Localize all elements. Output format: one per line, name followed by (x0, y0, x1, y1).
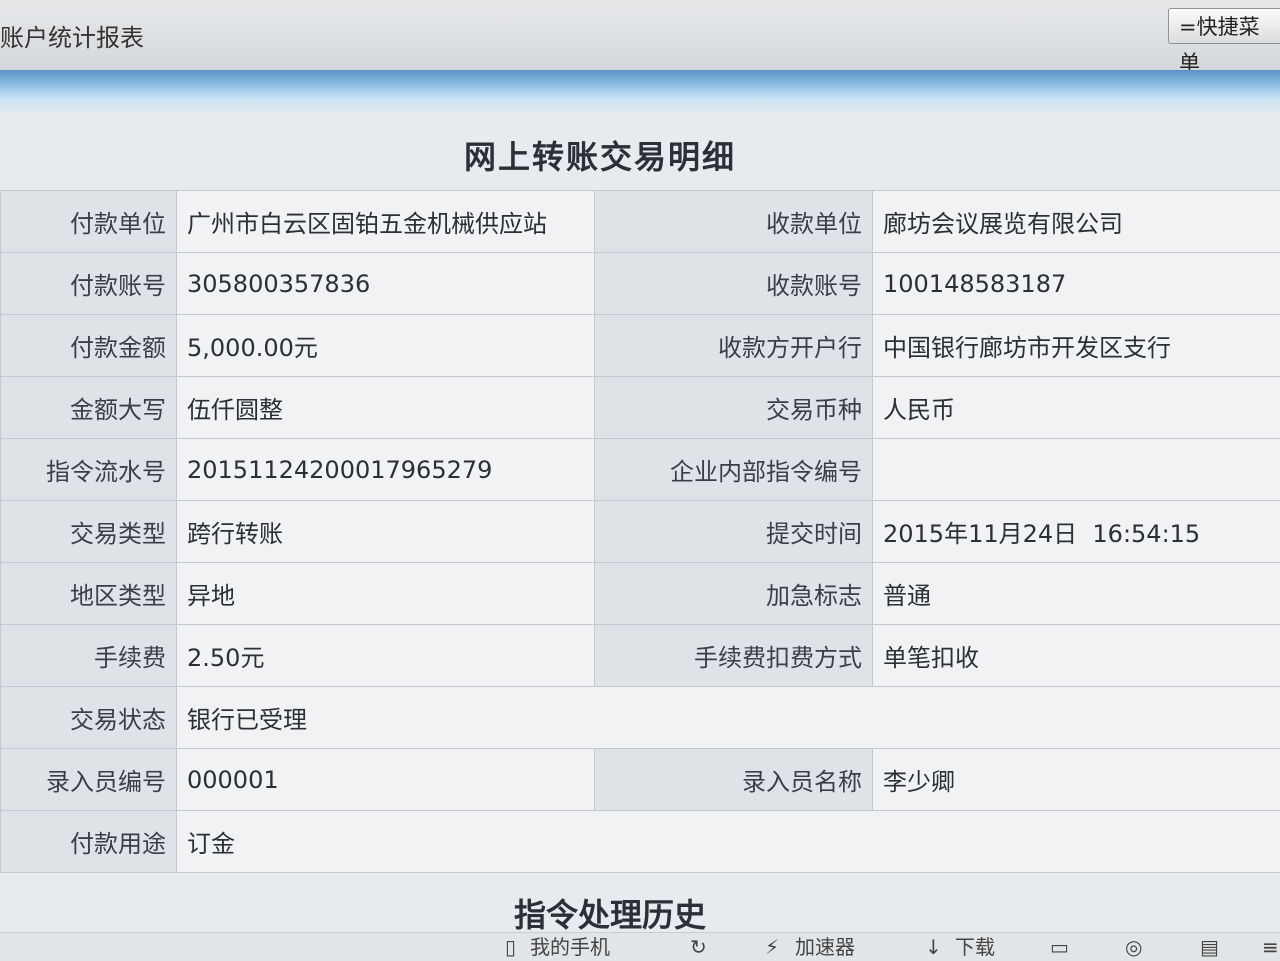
field-label: 付款用途 (1, 811, 177, 873)
field-label: 收款账号 (595, 253, 873, 315)
table-row: 付款用途 订金 (1, 811, 1280, 873)
field-value: 2015年11月24日 16:54:15 (873, 501, 1280, 563)
statusbar-phone-label[interactable]: 我的手机 (530, 935, 610, 959)
field-value: 100148583187 (873, 253, 1280, 315)
table-row: 指令流水号 20151124200017965279 企业内部指令编号 (1, 439, 1280, 501)
field-value: 订金 (177, 811, 1280, 873)
header-band (0, 70, 1280, 112)
field-value: 5,000.00元 (177, 315, 595, 377)
phone-icon[interactable]: ▯ (505, 935, 516, 959)
table-row: 交易类型 跨行转账 提交时间 2015年11月24日 16:54:15 (1, 501, 1280, 563)
refresh-icon[interactable]: ↻ (690, 935, 707, 959)
field-value: 跨行转账 (177, 501, 595, 563)
field-label: 交易币种 (595, 377, 873, 439)
field-label: 收款方开户行 (595, 315, 873, 377)
table-row: 手续费 2.50元 手续费扣费方式 单笔扣收 (1, 625, 1280, 687)
field-label: 金额大写 (1, 377, 177, 439)
field-value: 普通 (873, 563, 1280, 625)
field-label: 录入员编号 (1, 749, 177, 811)
field-label: 手续费 (1, 625, 177, 687)
field-label: 企业内部指令编号 (595, 439, 873, 501)
field-label: 交易类型 (1, 501, 177, 563)
field-value: 广州市白云区固铂五金机械供应站 (177, 191, 595, 253)
browser-icon[interactable]: ◎ (1125, 935, 1142, 959)
table-row: 录入员编号 000001 录入员名称 李少卿 (1, 749, 1280, 811)
table-row: 付款单位 广州市白云区固铂五金机械供应站 收款单位 廊坊会议展览有限公司 (1, 191, 1280, 253)
field-value: 异地 (177, 563, 595, 625)
field-value: 2.50元 (177, 625, 595, 687)
table-row: 交易状态 银行已受理 (1, 687, 1280, 749)
statusbar-download-label[interactable]: 下载 (955, 935, 995, 959)
field-value: 000001 (177, 749, 595, 811)
detail-title: 网上转账交易明细 (0, 112, 1200, 192)
field-label: 交易状态 (1, 687, 177, 749)
field-label: 录入员名称 (595, 749, 873, 811)
page-title: 账户统计报表 (0, 18, 144, 53)
field-value: 中国银行廊坊市开发区支行 (873, 315, 1280, 377)
accelerator-icon[interactable]: ⚡ (765, 935, 779, 959)
field-label: 付款账号 (1, 253, 177, 315)
field-value (873, 439, 1280, 501)
transfer-detail-table: 付款单位 广州市白云区固铂五金机械供应站 收款单位 廊坊会议展览有限公司 付款账… (0, 190, 1280, 873)
transfer-detail-panel: 网上转账交易明细 付款单位 广州市白云区固铂五金机械供应站 收款单位 廊坊会议展… (0, 112, 1280, 960)
field-value: 305800357836 (177, 253, 595, 315)
field-value: 20151124200017965279 (177, 439, 595, 501)
field-label: 付款金额 (1, 315, 177, 377)
field-value: 李少卿 (873, 749, 1280, 811)
field-value: 伍仟圆整 (177, 377, 595, 439)
field-label: 提交时间 (595, 501, 873, 563)
field-value: 廊坊会议展览有限公司 (873, 191, 1280, 253)
field-label: 手续费扣费方式 (595, 625, 873, 687)
field-label: 指令流水号 (1, 439, 177, 501)
page-icon[interactable]: ▤ (1200, 935, 1219, 959)
top-bar: 账户统计报表 =快捷菜单 (0, 0, 1280, 71)
browser-status-bar: ▯ 我的手机 ↻ ⚡ 加速器 ↓ 下载 ▭ ◎ ▤ ≡ (0, 932, 1280, 961)
field-value: 人民币 (873, 377, 1280, 439)
window-icon[interactable]: ▭ (1050, 935, 1069, 959)
menu-icon[interactable]: ≡ (1262, 935, 1279, 959)
table-row: 地区类型 异地 加急标志 普通 (1, 563, 1280, 625)
download-icon[interactable]: ↓ (925, 935, 942, 959)
table-row: 金额大写 伍仟圆整 交易币种 人民币 (1, 377, 1280, 439)
field-label: 地区类型 (1, 563, 177, 625)
field-label: 付款单位 (1, 191, 177, 253)
quick-menu-button[interactable]: =快捷菜单 (1168, 8, 1280, 44)
table-row: 付款金额 5,000.00元 收款方开户行 中国银行廊坊市开发区支行 (1, 315, 1280, 377)
table-row: 付款账号 305800357836 收款账号 100148583187 (1, 253, 1280, 315)
field-value: 单笔扣收 (873, 625, 1280, 687)
statusbar-accelerator-label[interactable]: 加速器 (795, 935, 855, 959)
field-label: 加急标志 (595, 563, 873, 625)
field-label: 收款单位 (595, 191, 873, 253)
field-value: 银行已受理 (177, 687, 1280, 749)
